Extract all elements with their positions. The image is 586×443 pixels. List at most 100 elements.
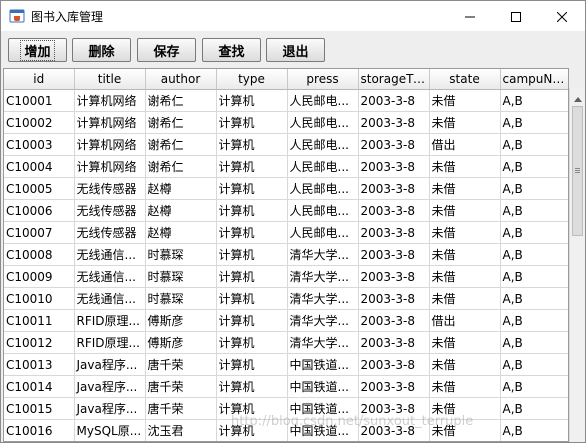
- column-header-type[interactable]: type: [216, 69, 288, 90]
- cell-title[interactable]: Java程序...: [74, 375, 146, 398]
- cell-campus-name[interactable]: A,B: [500, 177, 568, 200]
- minimize-button[interactable]: [447, 1, 493, 31]
- cell-type[interactable]: 计算机: [216, 243, 288, 266]
- cell-press[interactable]: 中国铁道...: [287, 375, 359, 398]
- cell-title[interactable]: RFID原理...: [74, 331, 146, 354]
- cell-campus-name[interactable]: A,B: [500, 309, 568, 332]
- cell-storage-time[interactable]: 2003-3-8: [358, 243, 430, 266]
- cell-author[interactable]: 谢希仁: [145, 89, 217, 112]
- cell-state[interactable]: 未借: [429, 287, 501, 310]
- cell-press[interactable]: 清华大学...: [287, 331, 359, 354]
- column-header-id[interactable]: id: [4, 69, 75, 90]
- cell-type[interactable]: 计算机: [216, 265, 288, 288]
- cell-state[interactable]: 未借: [429, 353, 501, 376]
- cell-press[interactable]: 人民邮电...: [287, 111, 359, 134]
- cell-press[interactable]: 清华大学...: [287, 243, 359, 266]
- column-header-press[interactable]: press: [287, 69, 359, 90]
- cell-id[interactable]: C10002: [4, 111, 75, 134]
- cell-id[interactable]: C10008: [4, 243, 75, 266]
- cell-storage-time[interactable]: 2003-3-8: [358, 89, 430, 112]
- cell-state[interactable]: 未借: [429, 221, 501, 244]
- cell-type[interactable]: 计算机: [216, 177, 288, 200]
- cell-author[interactable]: 唐千荣: [145, 397, 217, 420]
- table-row[interactable]: C10001 计算机网络 谢希仁 计算机 人民邮电... 2003-3-8 未借 A,B: [4, 89, 568, 112]
- cell-title[interactable]: RFID原理...: [74, 309, 146, 332]
- cell-author[interactable]: 谢希仁: [145, 133, 217, 156]
- table-row[interactable]: C10003 计算机网络 谢希仁 计算机 人民邮电... 2003-3-8 借出 A,B: [4, 133, 568, 156]
- cell-storage-time[interactable]: 2003-3-8: [358, 133, 430, 156]
- cell-id[interactable]: C10014: [4, 375, 75, 398]
- vertical-scrollbar[interactable]: [569, 88, 585, 442]
- cell-id[interactable]: C10003: [4, 133, 75, 156]
- cell-author[interactable]: 赵樽: [145, 199, 217, 222]
- cell-title[interactable]: 计算机网络: [74, 89, 146, 112]
- table-row[interactable]: C10004 计算机网络 谢希仁 计算机 人民邮电... 2003-3-8 未借 A,B: [4, 155, 568, 178]
- maximize-button[interactable]: [493, 1, 539, 31]
- cell-storage-time[interactable]: 2003-3-8: [358, 375, 430, 398]
- cell-author[interactable]: 赵樽: [145, 177, 217, 200]
- title-bar[interactable]: 图书入库管理: [1, 1, 585, 31]
- table-row[interactable]: C10012 RFID原理... 傅斯彦 计算机 清华大学... 2003-3-8 未借 A,…: [4, 331, 568, 354]
- cell-type[interactable]: 计算机: [216, 309, 288, 332]
- cell-campus-name[interactable]: A,B: [500, 331, 568, 354]
- cell-press[interactable]: 人民邮电...: [287, 89, 359, 112]
- cell-id[interactable]: C10006: [4, 199, 75, 222]
- cell-author[interactable]: 谢希仁: [145, 155, 217, 178]
- cell-type[interactable]: 计算机: [216, 331, 288, 354]
- cell-storage-time[interactable]: 2003-3-8: [358, 265, 430, 288]
- cell-state[interactable]: 未借: [429, 111, 501, 134]
- cell-title[interactable]: 无线传感器: [74, 221, 146, 244]
- cell-author[interactable]: 傅斯彦: [145, 309, 217, 332]
- column-header-campus-name[interactable]: campuNa...: [500, 69, 568, 90]
- cell-press[interactable]: 清华大学...: [287, 265, 359, 288]
- cell-campus-name[interactable]: A,B: [500, 111, 568, 134]
- table-row[interactable]: C10006 无线传感器 赵樽 计算机 人民邮电... 2003-3-8 未借 A,B: [4, 199, 568, 222]
- column-header-storage-time[interactable]: storageTi...: [358, 69, 430, 90]
- cell-type[interactable]: 计算机: [216, 89, 288, 112]
- cell-title[interactable]: 无线传感器: [74, 177, 146, 200]
- cell-title[interactable]: Java程序...: [74, 397, 146, 420]
- cell-state[interactable]: 未借: [429, 177, 501, 200]
- cell-title[interactable]: 无线通信...: [74, 265, 146, 288]
- cell-storage-time[interactable]: 2003-3-8: [358, 287, 430, 310]
- delete-button[interactable]: 删除: [72, 38, 131, 62]
- table-row[interactable]: C10009 无线通信... 时慕琛 计算机 清华大学... 2003-3-8 未借 A,B: [4, 265, 568, 288]
- cell-id[interactable]: C10001: [4, 89, 75, 112]
- cell-id[interactable]: C10012: [4, 331, 75, 354]
- cell-campus-name[interactable]: A,B: [500, 265, 568, 288]
- cell-state[interactable]: 未借: [429, 155, 501, 178]
- cell-state[interactable]: 未借: [429, 375, 501, 398]
- cell-author[interactable]: 赵樽: [145, 221, 217, 244]
- cell-type[interactable]: 计算机: [216, 375, 288, 398]
- cell-id[interactable]: C10009: [4, 265, 75, 288]
- cell-id[interactable]: C10016: [4, 419, 75, 441]
- cell-title[interactable]: Java程序...: [74, 353, 146, 376]
- cell-type[interactable]: 计算机: [216, 111, 288, 134]
- table-row[interactable]: C10013 Java程序... 唐千荣 计算机 中国铁道... 2003-3-8 未借 A,…: [4, 353, 568, 376]
- table-row[interactable]: C10014 Java程序... 唐千荣 计算机 中国铁道... 2003-3-8 未借 A,…: [4, 375, 568, 398]
- cell-press[interactable]: 人民邮电...: [287, 155, 359, 178]
- cell-press[interactable]: 人民邮电...: [287, 199, 359, 222]
- cell-id[interactable]: C10015: [4, 397, 75, 420]
- cell-title[interactable]: MySQL原...: [74, 419, 146, 441]
- cell-title[interactable]: 计算机网络: [74, 111, 146, 134]
- cell-id[interactable]: C10010: [4, 287, 75, 310]
- cell-title[interactable]: 无线通信...: [74, 287, 146, 310]
- cell-campus-name[interactable]: A,B: [500, 375, 568, 398]
- cell-press[interactable]: 清华大学...: [287, 309, 359, 332]
- cell-state[interactable]: 未借: [429, 89, 501, 112]
- cell-author[interactable]: 谢希仁: [145, 111, 217, 134]
- cell-state[interactable]: 借出: [429, 133, 501, 156]
- cell-campus-name[interactable]: A,B: [500, 397, 568, 420]
- cell-title[interactable]: 无线通信...: [74, 243, 146, 266]
- scrollbar-thumb[interactable]: [572, 106, 583, 236]
- cell-type[interactable]: 计算机: [216, 221, 288, 244]
- cell-state[interactable]: 未借: [429, 331, 501, 354]
- cell-storage-time[interactable]: 2003-3-8: [358, 155, 430, 178]
- table-row[interactable]: C10007 无线传感器 赵樽 计算机 人民邮电... 2003-3-8 未借 A,B: [4, 221, 568, 244]
- cell-storage-time[interactable]: 2003-3-8: [358, 331, 430, 354]
- cell-campus-name[interactable]: A,B: [500, 133, 568, 156]
- books-table[interactable]: id title author type press storageTi... …: [3, 68, 569, 442]
- cell-id[interactable]: C10011: [4, 309, 75, 332]
- cell-storage-time[interactable]: 2003-3-8: [358, 309, 430, 332]
